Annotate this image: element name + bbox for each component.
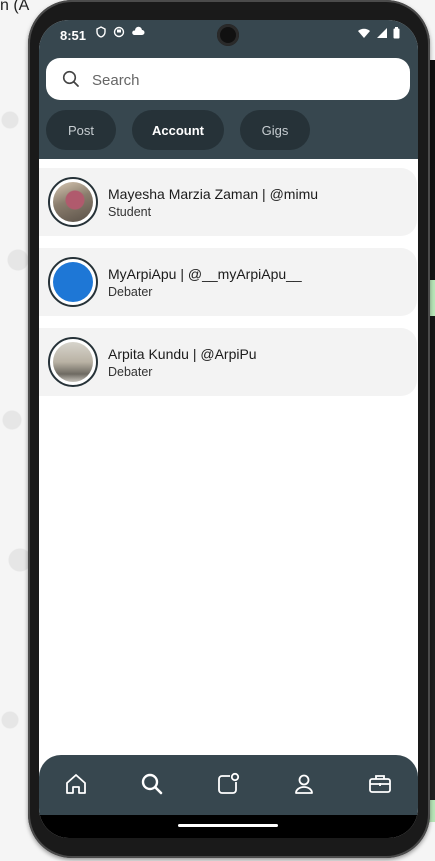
- avatar: [48, 337, 98, 387]
- signal-icon: [376, 27, 388, 42]
- device-frame: 8:51 Search Post Account Gigs Mayesha Ma…: [28, 0, 430, 858]
- nav-profile[interactable]: [289, 769, 319, 799]
- tab-post[interactable]: Post: [46, 110, 116, 150]
- status-left-icons: [95, 26, 145, 38]
- tab-account-label: Account: [152, 122, 204, 138]
- account-name: MyArpiApu | @__myArpiApu__: [108, 266, 302, 282]
- home-gesture-bar[interactable]: [178, 824, 278, 827]
- tab-account[interactable]: Account: [132, 110, 224, 150]
- cloud-icon: [131, 26, 145, 38]
- tab-gigs[interactable]: Gigs: [240, 110, 310, 150]
- account-name: Arpita Kundu | @ArpiPu: [108, 346, 257, 362]
- nav-gigs[interactable]: [365, 769, 395, 799]
- create-post-icon: [213, 772, 243, 803]
- avatar: [48, 177, 98, 227]
- avatar: [48, 257, 98, 307]
- search-input[interactable]: [90, 58, 394, 102]
- account-result-item[interactable]: MyArpiApu | @__myArpiApu__ Debater: [39, 248, 417, 316]
- front-camera: [217, 24, 239, 46]
- nav-search[interactable]: [137, 769, 167, 799]
- status-time: 8:51: [60, 28, 87, 43]
- nav-create-post[interactable]: [213, 769, 243, 799]
- search-icon: [137, 773, 167, 803]
- account-result-item[interactable]: Arpita Kundu | @ArpiPu Debater: [39, 328, 417, 396]
- profile-icon: [289, 774, 319, 803]
- search-header: 8:51 Search Post Account Gigs: [39, 20, 418, 159]
- status-right-icons: [357, 27, 400, 42]
- account-result-item[interactable]: Mayesha Marzia Zaman | @mimu Student: [39, 168, 417, 236]
- shield-icon: [95, 26, 107, 38]
- search-bar[interactable]: [46, 58, 410, 102]
- tab-post-label: Post: [67, 122, 94, 138]
- account-role: Debater: [108, 365, 153, 379]
- battery-icon: [393, 27, 400, 42]
- account-role: Debater: [108, 285, 153, 299]
- account-role: Student: [108, 205, 152, 219]
- gesture-area: [39, 815, 418, 838]
- search-icon: [62, 70, 80, 88]
- gigs-briefcase-icon: [365, 775, 395, 803]
- account-name: Mayesha Marzia Zaman | @mimu: [108, 186, 319, 202]
- status-bar: 8:51: [39, 20, 418, 50]
- wifi-icon: [357, 27, 371, 42]
- app-screen: 8:51 Search Post Account Gigs Mayesha Ma…: [39, 20, 418, 838]
- tab-gigs-label: Gigs: [261, 122, 289, 138]
- app-notification-icon: [113, 26, 125, 38]
- home-icon: [61, 774, 91, 803]
- nav-home[interactable]: [61, 769, 91, 799]
- bottom-navigation: [39, 755, 418, 815]
